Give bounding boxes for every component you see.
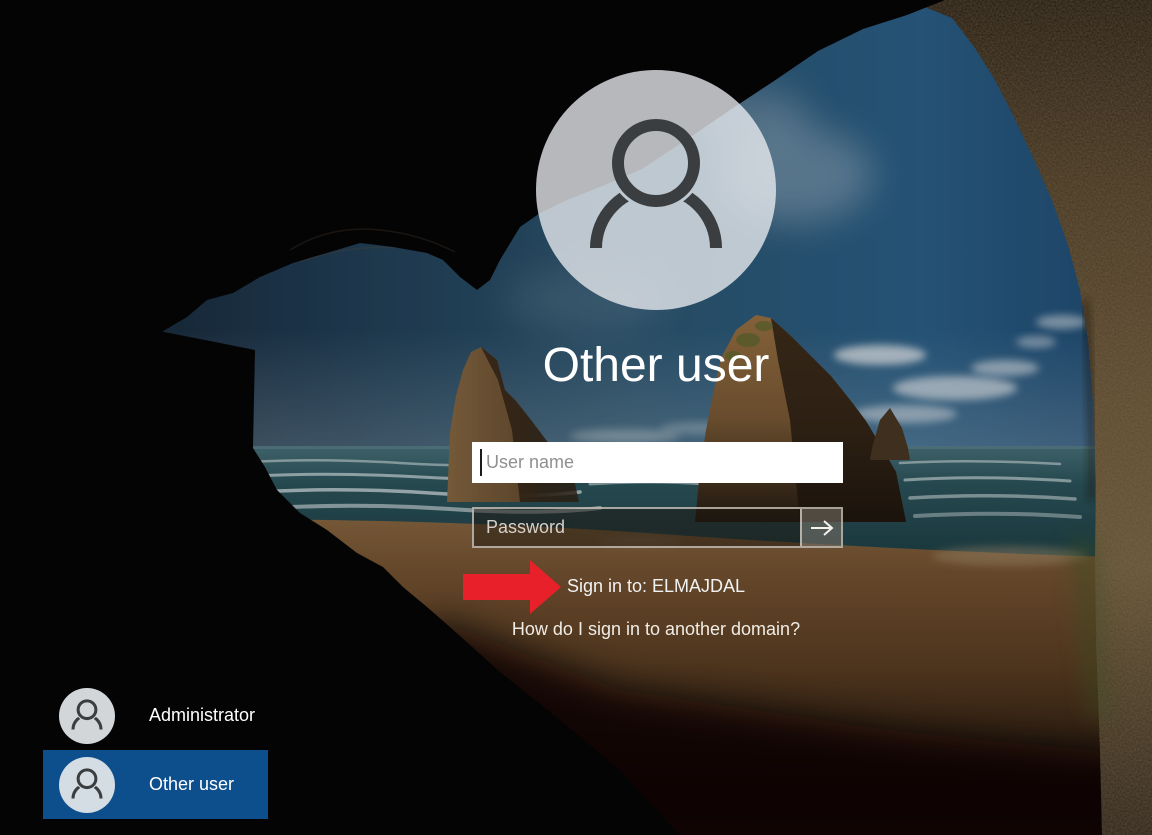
person-icon: [59, 688, 115, 744]
submit-button[interactable]: [800, 509, 841, 546]
username-field-wrap: [472, 442, 843, 483]
username-input[interactable]: [472, 442, 843, 483]
sign-in-to-domain-text: Sign in to: ELMAJDAL: [376, 576, 936, 597]
domain-help-link[interactable]: How do I sign in to another domain?: [376, 619, 936, 640]
person-icon: [536, 70, 776, 310]
password-input[interactable]: [474, 509, 800, 546]
text-caret: [480, 449, 482, 476]
person-icon: [59, 757, 115, 813]
user-list-item-administrator[interactable]: Administrator: [43, 681, 268, 750]
password-field-wrap: [472, 507, 843, 548]
windows-sign-in-screen: Other user Sign in to: ELMAJDAL How do I…: [0, 0, 1152, 835]
user-name-label: Other user: [149, 774, 234, 795]
arrow-right-icon: [809, 517, 835, 539]
avatar-large: [536, 70, 776, 310]
user-list-item-other-user[interactable]: Other user: [43, 750, 268, 819]
user-name-label: Administrator: [149, 705, 255, 726]
avatar-administrator: [59, 688, 115, 744]
red-annotation-arrow: [461, 557, 563, 622]
avatar-other-user: [59, 757, 115, 813]
user-list: Administrator Other user: [43, 681, 268, 819]
signed-in-title: Other user: [376, 338, 936, 393]
